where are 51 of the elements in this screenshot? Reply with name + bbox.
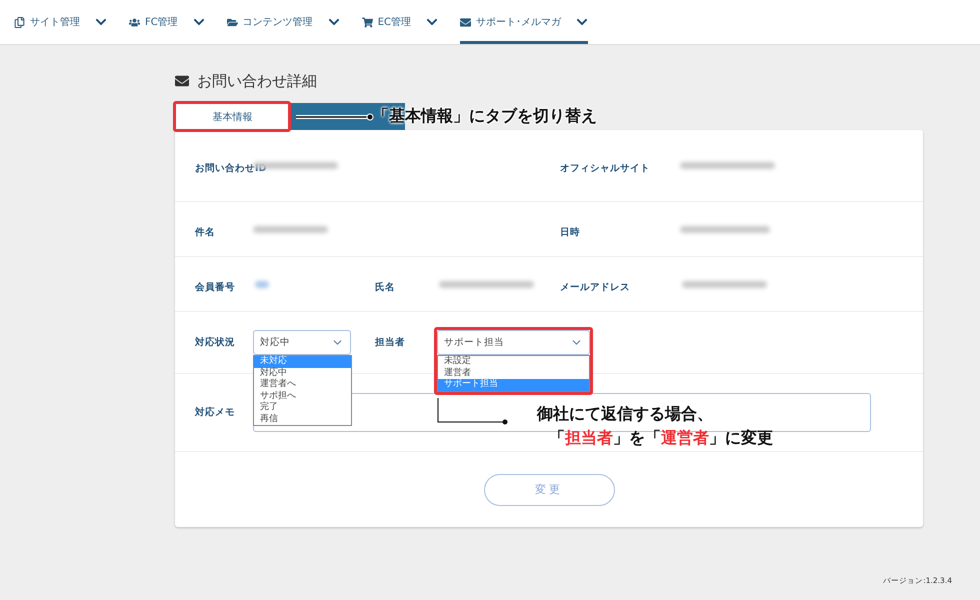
field-label: 対応状況: [195, 336, 236, 349]
nav-label: FC管理: [145, 16, 178, 29]
dropdown-option[interactable]: 運営者へ: [254, 379, 351, 390]
copy-icon: [14, 16, 25, 28]
mail-icon: [460, 16, 472, 28]
field-label: 担当者: [375, 336, 406, 349]
field-label: 対応メモ: [195, 406, 236, 419]
dropdown-option[interactable]: サポ担へ: [254, 390, 351, 402]
nav-menu-item[interactable]: コンテンツ管理: [226, 0, 340, 44]
redacted-value: [255, 280, 269, 288]
chevron-down-icon: [192, 16, 205, 28]
field-label: メールアドレス: [560, 282, 630, 292]
field-label: 氏名: [375, 282, 395, 292]
nav-label: サポート･メルマガ: [476, 16, 562, 29]
chevron-down-icon: [576, 16, 588, 28]
nav-label: コンテンツ管理: [242, 16, 313, 29]
field-label: オフィシャルサイト: [560, 163, 650, 174]
annotation-text: 「基本情報」にタブを切り替え: [373, 106, 597, 127]
nav-label: EC管理: [378, 16, 412, 29]
chevron-down-icon: [426, 16, 438, 28]
annotation-text: 運営者: [661, 428, 709, 447]
dropdown-option[interactable]: 運営者: [438, 368, 589, 379]
nav-label: サイト管理: [30, 16, 80, 29]
annotation-text: 」に変更: [709, 428, 773, 447]
assignee-select[interactable]: サポート担当: [437, 330, 590, 355]
folder-icon: [226, 16, 238, 28]
field-label: 件名: [195, 226, 215, 238]
field-label: お問い合わせID: [195, 163, 266, 174]
dropdown-option[interactable]: 対応中: [254, 368, 351, 379]
leader-line: [437, 398, 509, 426]
mail-icon: [175, 74, 189, 88]
page-title: お問い合わせ詳細: [197, 72, 317, 90]
nav-menu-item[interactable]: FC管理: [129, 0, 205, 44]
tab[interactable]: 基本情報: [175, 103, 290, 130]
annotation-text: 「: [549, 428, 565, 447]
status-select[interactable]: 対応中: [253, 330, 351, 355]
chevron-down-icon: [328, 16, 340, 28]
annotation-text: 御社にて返信する場合、: [537, 404, 713, 423]
nav-menu-item[interactable]: サイト管理: [14, 0, 107, 44]
field-label: 会員番号: [195, 282, 235, 292]
annotation-text: 」を「: [613, 428, 661, 447]
dropdown-option[interactable]: 完了: [254, 402, 351, 414]
users-icon: [129, 16, 140, 28]
field-label: 日時: [560, 226, 580, 238]
cart-icon: [362, 16, 373, 28]
dropdown-option[interactable]: 未設定: [438, 356, 589, 368]
chevron-down-icon: [95, 16, 107, 28]
nav-menu-item[interactable]: EC管理: [362, 0, 438, 44]
annotation-text: 担当者: [565, 428, 613, 447]
dropdown-option[interactable]: 再信: [254, 414, 351, 425]
nav-menu-item[interactable]: サポート･メルマガ: [460, 0, 588, 44]
